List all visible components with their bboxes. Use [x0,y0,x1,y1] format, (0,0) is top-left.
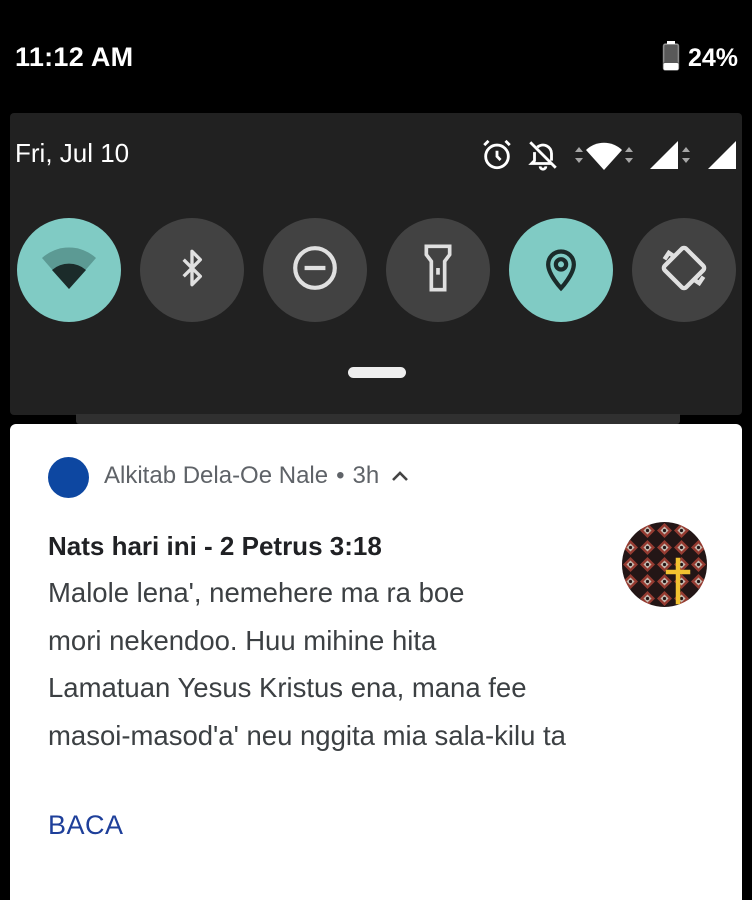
cellular-signal-icon [648,138,694,177]
notification-large-icon [622,522,707,607]
tile-do-not-disturb[interactable] [263,218,367,322]
tile-flashlight[interactable] [386,218,490,322]
auto-rotate-icon [658,242,710,299]
notification-header[interactable]: Alkitab Dela-Oe Nale • 3h [104,462,409,490]
quick-settings-tiles [17,218,737,322]
wifi-signal-icon [572,138,636,177]
notifications-off-icon [526,138,560,177]
bluetooth-icon [172,244,212,297]
wifi-icon [40,245,98,296]
app-name: Alkitab Dela-Oe Nale [104,462,329,489]
status-bar: 11:12 AM 24% [0,0,752,112]
tile-location[interactable] [509,218,613,322]
tile-auto-rotate[interactable] [632,218,736,322]
date-label[interactable]: Fri, Jul 10 [15,138,129,169]
cellular-signal-icon [706,138,738,177]
chevron-up-icon[interactable] [391,469,409,483]
body-line: masoi-masod'a' neu nggita mia sala-kilu … [48,719,566,751]
tile-bluetooth[interactable] [140,218,244,322]
notification-title: Nats hari ini - 2 Petrus 3:18 [48,531,382,561]
app-icon [48,457,89,498]
background-notification-edge [76,414,680,424]
body-line: mori nekendoo. Huu mihine hita [48,624,437,656]
notification-body: Malole lena', nemehere ma ra boe mori ne… [48,569,668,759]
expand-handle[interactable] [348,367,406,378]
battery-indicator: 24% [662,40,738,76]
notification-time: 3h [352,462,380,489]
battery-percent: 24% [687,43,738,72]
body-line: Lamatuan Yesus Kristus ena, mana fee [48,672,527,703]
tile-wifi[interactable] [17,218,121,322]
do-not-disturb-icon [290,243,340,298]
body-line: Malole lena', nemehere ma ra boe [48,577,465,608]
flashlight-icon [418,243,458,298]
system-status-icons [480,139,738,175]
clock: 11:12 AM [15,42,134,72]
alarm-icon [480,138,514,177]
notification-card[interactable]: Alkitab Dela-Oe Nale • 3h Nats hari ini … [10,424,742,900]
battery-icon [662,40,680,76]
quick-settings-panel: Fri, Jul 10 [10,113,742,415]
read-button[interactable]: BACA [48,810,124,841]
header-separator: • [336,462,345,489]
location-icon [539,243,583,298]
